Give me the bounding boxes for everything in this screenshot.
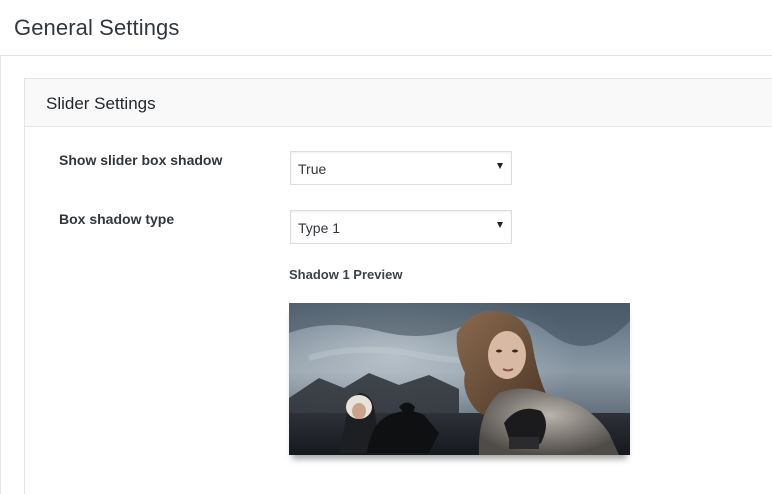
box-shadow-type-select[interactable]: Type 1 <box>290 210 512 244</box>
shadow-preview-image <box>289 303 630 455</box>
slider-settings-panel: Slider Settings Show slider box shadow T… <box>24 78 772 494</box>
dropdown-arrow-icon <box>497 163 503 169</box>
page-title: General Settings <box>14 15 180 40</box>
preview-photo-illustration <box>289 303 630 455</box>
show-box-shadow-label: Show slider box shadow <box>59 152 223 168</box>
shadow-preview-label: Shadow 1 Preview <box>289 267 403 282</box>
show-box-shadow-select[interactable]: True <box>290 151 512 185</box>
panel-header: Slider Settings <box>25 79 772 127</box>
settings-page: General Settings Slider Settings Show sl… <box>0 0 772 494</box>
panel-title: Slider Settings <box>46 94 156 113</box>
page-header: General Settings <box>0 0 772 56</box>
content-area: Slider Settings Show slider box shadow T… <box>0 56 772 494</box>
show-box-shadow-value: True <box>298 161 327 177</box>
box-shadow-type-label: Box shadow type <box>59 211 175 227</box>
box-shadow-type-value: Type 1 <box>298 220 341 236</box>
dropdown-arrow-icon <box>497 222 503 228</box>
